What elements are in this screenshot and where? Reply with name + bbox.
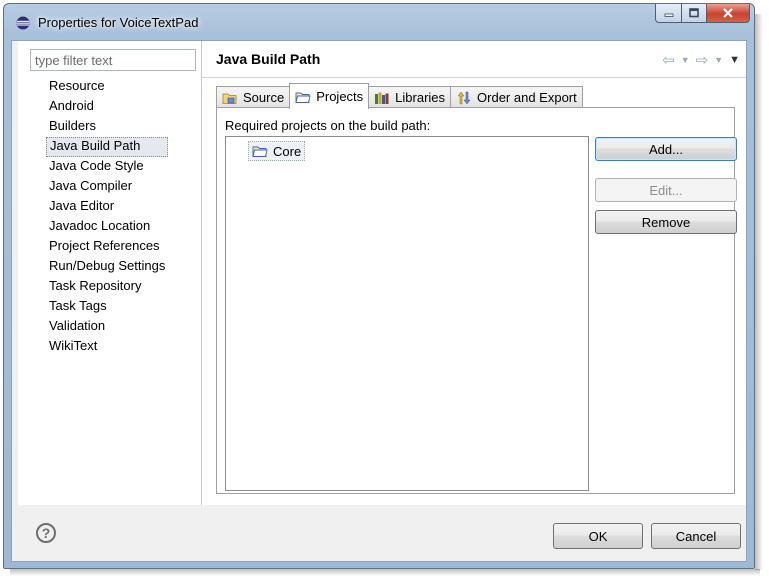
- tree-item-builders[interactable]: Builders: [46, 117, 168, 137]
- tree-item-task-tags[interactable]: Task Tags: [46, 297, 168, 317]
- property-page: Java Build Path ⇦ ▼ ⇨ ▼ ▼ Source Project…: [202, 41, 746, 505]
- tree-item-run-debug-settings[interactable]: Run/Debug Settings: [46, 257, 168, 277]
- required-projects-label: Required projects on the build path:: [225, 118, 431, 133]
- window-controls: [655, 4, 750, 26]
- eclipse-icon: [16, 16, 30, 30]
- maximize-button[interactable]: [681, 4, 706, 23]
- tree-item-task-repository[interactable]: Task Repository: [46, 277, 168, 297]
- tab-label: Projects: [316, 89, 364, 104]
- back-menu-chevron-icon[interactable]: ▼: [681, 55, 690, 65]
- tab-label: Source: [243, 90, 285, 105]
- add-button[interactable]: Add...: [595, 137, 737, 161]
- title-separator: [202, 77, 746, 78]
- tree-item-javadoc-location[interactable]: Javadoc Location: [46, 217, 168, 237]
- project-folder-icon: [252, 146, 268, 157]
- tab-projects[interactable]: Projects: [289, 83, 370, 109]
- tab-label: Order and Export: [477, 90, 577, 105]
- tree-item-resource[interactable]: Resource: [46, 77, 168, 97]
- build-path-tabs: Source Projects Libraries Order and Expo…: [216, 83, 583, 109]
- window-shadow: [10, 569, 760, 576]
- tab-libraries[interactable]: Libraries: [368, 86, 452, 108]
- tree-item-java-compiler[interactable]: Java Compiler: [46, 177, 168, 197]
- edit-button[interactable]: Edit...: [595, 178, 737, 202]
- tab-source[interactable]: Source: [216, 86, 291, 108]
- page-navigation: ⇦ ▼ ⇨ ▼ ▼: [662, 51, 740, 69]
- tree-item-java-build-path[interactable]: Java Build Path: [46, 137, 169, 157]
- remove-button[interactable]: Remove: [595, 210, 737, 234]
- project-folder-icon: [295, 92, 311, 103]
- properties-dialog: Properties for VoiceTextPad Resource And…: [3, 3, 755, 569]
- forward-arrow-icon[interactable]: ⇨: [696, 51, 709, 69]
- tree-item-project-references[interactable]: Project References: [46, 237, 168, 257]
- order-export-icon: [457, 91, 471, 104]
- libraries-icon: [375, 92, 389, 104]
- category-pane: Resource Android Builders Java Build Pat…: [18, 41, 202, 505]
- window-title: Properties for VoiceTextPad: [38, 15, 199, 30]
- close-icon: [723, 8, 733, 18]
- required-projects-list[interactable]: Core: [225, 136, 589, 491]
- source-folder-icon: [222, 93, 237, 104]
- category-tree: Resource Android Builders Java Build Pat…: [46, 77, 169, 357]
- dialog-button-bar: ? OK Cancel: [12, 505, 746, 561]
- title-bar[interactable]: Properties for VoiceTextPad: [4, 4, 754, 40]
- page-title: Java Build Path: [216, 51, 321, 67]
- tree-item-validation[interactable]: Validation: [46, 317, 168, 337]
- tab-order-and-export[interactable]: Order and Export: [450, 86, 583, 108]
- ok-button[interactable]: OK: [553, 523, 643, 549]
- minimize-icon: [664, 13, 673, 17]
- cancel-button[interactable]: Cancel: [651, 523, 741, 549]
- back-arrow-icon[interactable]: ⇦: [662, 51, 675, 69]
- forward-menu-chevron-icon[interactable]: ▼: [714, 55, 723, 65]
- view-menu-chevron-icon[interactable]: ▼: [729, 54, 740, 66]
- filter-input[interactable]: [30, 49, 196, 71]
- maximize-icon: [689, 8, 699, 18]
- tree-item-java-editor[interactable]: Java Editor: [46, 197, 168, 217]
- projects-tab-panel: Required projects on the build path: Cor…: [216, 107, 737, 494]
- tree-item-wikitext[interactable]: WikiText: [46, 337, 168, 357]
- close-button[interactable]: [706, 4, 750, 23]
- dialog-client-area: Resource Android Builders Java Build Pat…: [11, 40, 747, 562]
- tree-item-java-code-style[interactable]: Java Code Style: [46, 157, 168, 177]
- project-name: Core: [273, 143, 302, 159]
- tab-label: Libraries: [395, 90, 446, 105]
- minimize-button[interactable]: [655, 4, 681, 23]
- tree-item-android[interactable]: Android: [46, 97, 168, 117]
- help-icon[interactable]: ?: [36, 523, 56, 543]
- list-item[interactable]: Core: [248, 141, 306, 161]
- window-shadow: [755, 14, 763, 570]
